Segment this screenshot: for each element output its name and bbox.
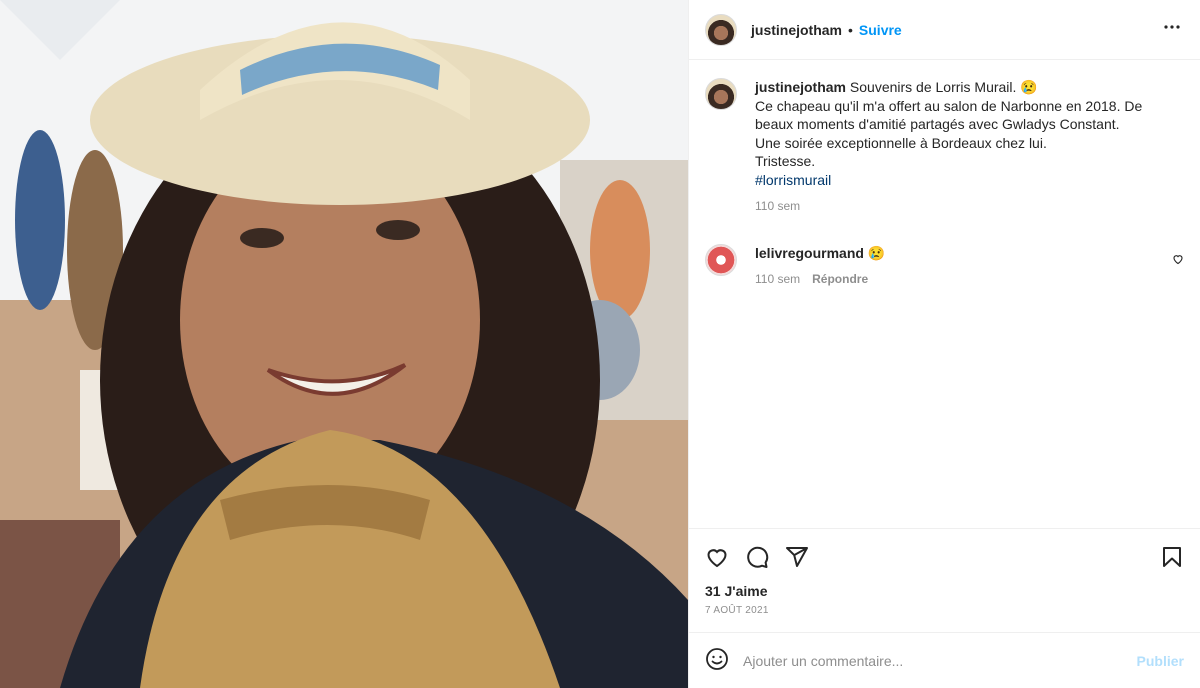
comment-text: 😢 [867, 244, 886, 261]
share-button[interactable] [785, 545, 809, 569]
add-comment-bar: Publier [689, 632, 1200, 688]
reply-button[interactable]: Répondre [812, 270, 868, 289]
comment-button[interactable] [745, 545, 769, 569]
comment-meta: 110 sem Répondre [755, 270, 1160, 289]
post-actions: 31 J'aime 7 AOÛT 2021 [689, 528, 1200, 632]
smiley-icon [706, 648, 728, 670]
photo-illustration [0, 0, 688, 688]
caption-row: justinejotham Souvenirs de Lorris Murail… [705, 78, 1184, 216]
like-button[interactable] [705, 545, 729, 569]
post-photo[interactable] [0, 0, 688, 688]
publish-button[interactable]: Publier [1137, 653, 1184, 669]
post-header: justinejotham • Suivre [689, 0, 1200, 60]
caption-line: Ce chapeau qu'il m'a offert au salon de … [755, 97, 1143, 114]
author-username[interactable]: justinejotham [751, 22, 842, 38]
instagram-post-view: justinejotham • Suivre justinejotham Sou… [0, 0, 1200, 688]
action-icons [705, 541, 1184, 573]
caption-line: Tristesse. [755, 153, 816, 169]
comment-row: lelivregourmand 😢 110 sem Répondre [705, 243, 1184, 289]
caption-line: beaux moments d'amitié partagés avec Gwl… [755, 116, 1120, 132]
hashtag-link[interactable]: #lorrismurail [755, 171, 1184, 190]
caption-username[interactable]: justinejotham [755, 79, 846, 95]
author-avatar[interactable] [705, 13, 737, 46]
comments-section: justinejotham Souvenirs de Lorris Murail… [689, 60, 1200, 528]
caption-body: justinejotham Souvenirs de Lorris Murail… [755, 78, 1184, 216]
caption-time[interactable]: 110 sem [755, 197, 800, 216]
comment-time[interactable]: 110 sem [755, 270, 800, 289]
caption-line: Une soirée exceptionnelle à Bordeaux che… [755, 134, 1047, 151]
commenter-avatar[interactable] [705, 243, 737, 276]
post-date: 7 AOÛT 2021 [705, 605, 769, 616]
paper-plane-icon [786, 547, 808, 567]
comment-body: lelivregourmand 😢 110 sem Répondre [755, 244, 1160, 289]
ellipsis-icon [1164, 24, 1180, 29]
caption-text: Souvenirs de Lorris Murail. 😢 [849, 79, 1038, 95]
save-button[interactable] [1160, 545, 1184, 569]
comment-like-heart-icon[interactable] [1172, 252, 1184, 268]
post-side-panel: justinejotham • Suivre justinejotham Sou… [688, 0, 1200, 688]
comment-bubble-icon [747, 546, 769, 568]
header-separator: • [848, 21, 853, 38]
commenter-username[interactable]: lelivregourmand [755, 245, 864, 261]
emoji-button[interactable] [705, 647, 729, 674]
caption-meta: 110 sem [755, 197, 1184, 216]
likes-count[interactable]: 31 J'aime [705, 583, 1184, 599]
comment-input[interactable] [743, 652, 1137, 669]
follow-button[interactable]: Suivre [859, 22, 902, 38]
heart-icon [707, 549, 727, 568]
more-options-icon[interactable] [1160, 15, 1184, 45]
bookmark-icon [1163, 547, 1181, 567]
heart-icon [1173, 254, 1183, 264]
caption-avatar[interactable] [705, 78, 737, 110]
